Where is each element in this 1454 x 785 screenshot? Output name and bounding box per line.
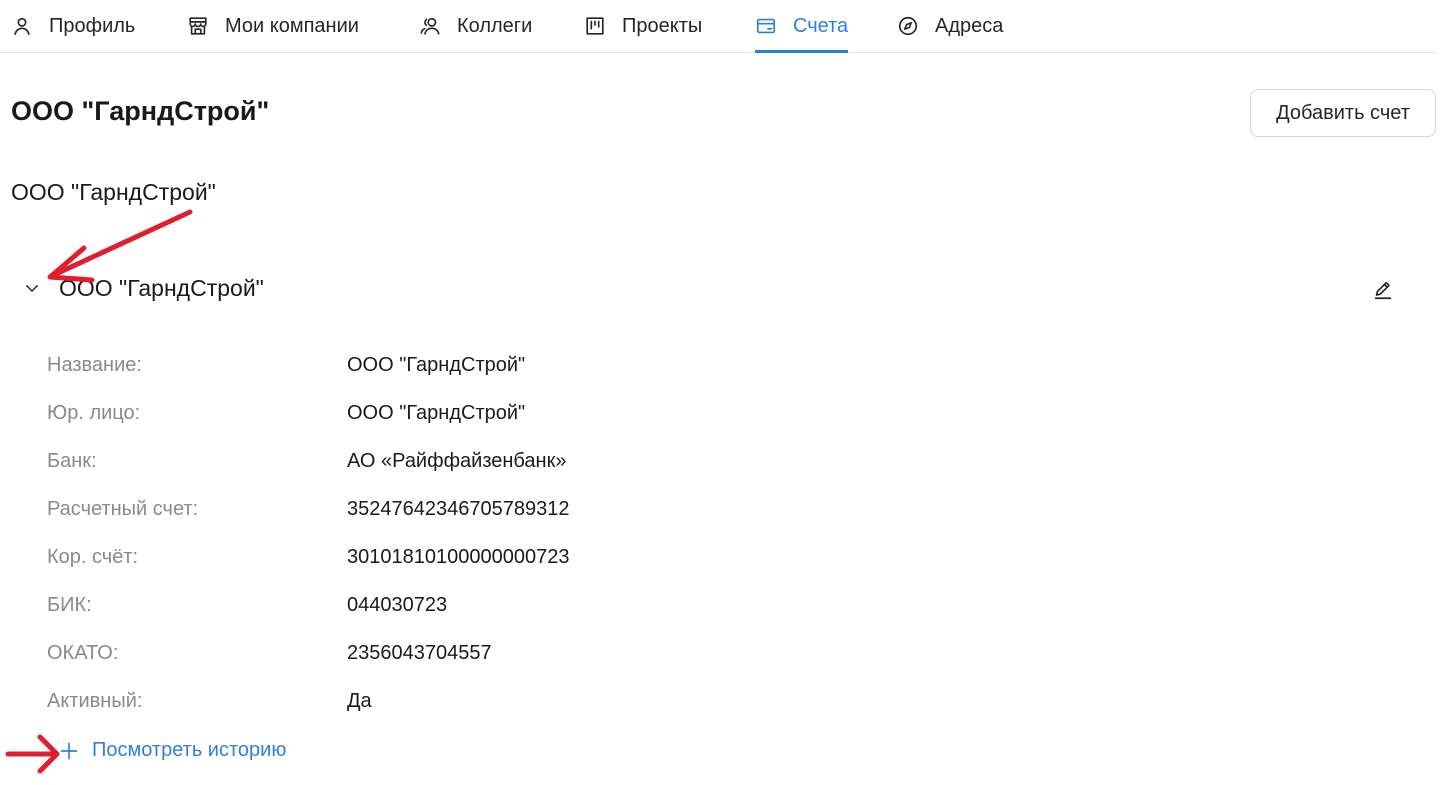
detail-label: Активный: [47,690,143,712]
detail-value: 044030723 [347,594,448,616]
detail-value: Да [347,690,372,712]
detail-row-okato: ОКАТО: 2356043704557 [47,640,747,688]
tab-label: Коллеги [457,14,533,37]
detail-row-correspondent-account: Кор. счёт: 30101810100000000723 [47,544,747,592]
view-history-link[interactable]: Посмотреть историю [58,739,286,762]
view-history-label: Посмотреть историю [92,739,287,761]
detail-row-active: Активный: Да [47,688,747,736]
tab-label: Мои компании [225,14,359,37]
users-icon [419,15,441,37]
page-title: ООО "ГарндСтрой" [11,96,270,126]
detail-label: ОКАТО: [47,642,119,664]
detail-row-legal-entity: Юр. лицо: ООО "ГарндСтрой" [47,400,747,448]
detail-row-settlement-account: Расчетный счет: 35247642346705789312 [47,496,747,544]
detail-label: Юр. лицо: [47,402,141,424]
add-account-button[interactable]: Добавить счет [1250,89,1436,137]
detail-value: ООО "ГарндСтрой" [347,354,526,376]
tab-my-companies[interactable]: Мои компании [187,0,359,52]
detail-label: Кор. счёт: [47,546,139,568]
detail-label: Банк: [47,450,97,472]
detail-label: Название: [47,354,142,376]
detail-label: БИК: [47,594,92,616]
detail-row-name: Название: ООО "ГарндСтрой" [47,352,747,400]
tab-label: Счета [793,14,849,37]
tab-label: Профиль [49,14,136,37]
detail-row-bank: Банк: АО «Райффайзенбанк» [47,448,747,496]
detail-value: ООО "ГарндСтрой" [347,402,526,424]
detail-value: АО «Райффайзенбанк» [347,450,567,472]
detail-value: 2356043704557 [347,642,492,664]
account-title: ООО "ГарндСтрой" [59,275,264,301]
tab-profile[interactable]: Профиль [11,0,135,52]
plus-icon [58,740,80,762]
detail-value: 35247642346705789312 [347,498,570,520]
user-icon [11,15,33,37]
tab-accounts[interactable]: Счета [755,0,849,53]
detail-row-bik: БИК: 044030723 [47,592,747,640]
chevron-down-icon[interactable] [21,277,43,299]
store-icon [187,15,209,37]
tab-colleagues[interactable]: Коллеги [419,0,532,52]
company-name: ООО "ГарндСтрой" [11,179,216,205]
tab-addresses[interactable]: Адреса [897,0,1003,52]
tab-bar: Профиль Мои компании Коллеги Проекты Сче… [0,0,1437,53]
detail-value: 30101810100000000723 [347,546,570,568]
edit-icon[interactable] [1371,278,1395,302]
card-icon [755,15,777,37]
annotation-arrow-icon [5,734,60,774]
account-details: Название: ООО "ГарндСтрой" Юр. лицо: ООО… [47,352,747,736]
tab-label: Проекты [622,14,703,37]
detail-label: Расчетный счет: [47,498,199,520]
tab-label: Адреса [935,14,1004,37]
board-icon [584,15,606,37]
tab-projects[interactable]: Проекты [584,0,702,52]
compass-icon [897,15,919,37]
